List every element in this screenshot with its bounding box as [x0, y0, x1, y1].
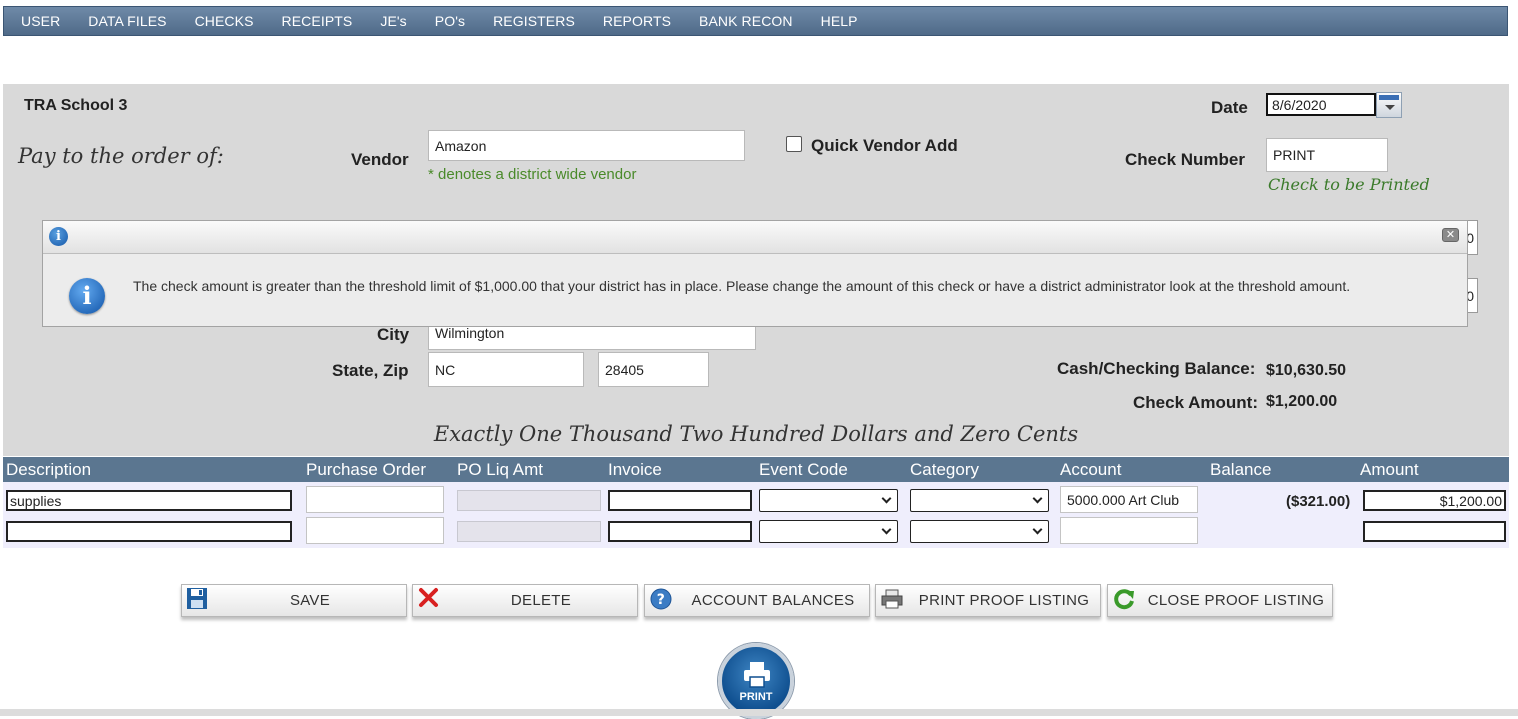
row2-amount-input[interactable] — [1363, 521, 1506, 542]
info-icon: i — [69, 278, 105, 314]
calendar-icon[interactable] — [1376, 92, 1402, 118]
nav-registers[interactable]: REGISTERS — [480, 13, 590, 29]
chevron-down-icon — [1032, 493, 1043, 504]
print-check-button[interactable]: PRINT — [718, 643, 794, 719]
school-name: TRA School 3 — [24, 97, 128, 114]
row2-event-code-select[interactable] — [759, 520, 898, 543]
printer-icon — [744, 662, 770, 688]
col-event-code: Event Code — [759, 460, 848, 479]
check-number-input[interactable]: PRINT — [1266, 138, 1388, 172]
chevron-down-icon — [1032, 524, 1043, 535]
print-proof-listing-label: PRINT PROOF LISTING — [918, 592, 1090, 609]
save-button[interactable]: SAVE — [181, 584, 407, 617]
refresh-icon — [1114, 589, 1134, 610]
quick-vendor-checkbox[interactable] — [786, 136, 802, 152]
nav-help[interactable]: HELP — [808, 13, 873, 29]
top-nav-bar: USER DATA FILES CHECKS RECEIPTS JE's PO'… — [3, 6, 1508, 36]
floppy-disk-icon — [187, 588, 207, 609]
account-balances-label: ACCOUNT BALANCES — [691, 592, 855, 609]
nav-checks[interactable]: CHECKS — [182, 13, 269, 29]
save-label: SAVE — [289, 592, 331, 609]
nav-bank-recon[interactable]: BANK RECON — [686, 13, 808, 29]
row1-amount-input[interactable]: $1,200.00 — [1363, 490, 1506, 511]
check-printed-note: Check to be Printed — [1268, 175, 1430, 194]
row2-invoice-input[interactable] — [608, 521, 752, 542]
city-label: City — [377, 325, 410, 344]
delete-button[interactable]: DELETE — [412, 584, 638, 617]
vendor-label: Vendor — [351, 150, 409, 169]
check-amount-value: $1,200.00 — [1266, 393, 1338, 410]
dialog-title-bar: i ✕ — [43, 221, 1467, 254]
row1-category-select[interactable] — [910, 489, 1049, 512]
zip-input[interactable]: 28405 — [598, 352, 709, 387]
nav-user[interactable]: USER — [8, 13, 75, 29]
pay-to-label: Pay to the order of: — [18, 144, 224, 168]
nav-reports[interactable]: REPORTS — [590, 13, 686, 29]
row1-description-input[interactable]: supplies — [6, 490, 292, 511]
row1-po-liq-amt-input — [457, 490, 601, 511]
row2-description-input[interactable] — [6, 521, 292, 542]
vendor-input[interactable]: Amazon — [428, 130, 745, 161]
col-purchase-order: Purchase Order — [306, 460, 426, 479]
col-account: Account — [1060, 460, 1122, 479]
chevron-down-icon — [881, 524, 892, 535]
line-items-header: Description Purchase Order PO Liq Amt In… — [3, 457, 1509, 482]
nav-jes[interactable]: JE's — [367, 13, 421, 29]
svg-text:?: ? — [657, 592, 665, 608]
col-po-liq-amt: PO Liq Amt — [457, 460, 543, 479]
row2-purchase-order-input[interactable] — [306, 517, 444, 544]
red-x-icon — [419, 588, 438, 607]
horizontal-scrollbar[interactable] — [0, 709, 1518, 716]
check-number-label: Check Number — [1125, 150, 1245, 169]
row2-category-select[interactable] — [910, 520, 1049, 543]
nav-receipts[interactable]: RECEIPTS — [269, 13, 368, 29]
dialog-message: The check amount is greater than the thr… — [133, 278, 1351, 294]
row2-account-input[interactable] — [1060, 517, 1198, 544]
date-label: Date — [1211, 98, 1248, 117]
close-icon[interactable]: ✕ — [1442, 228, 1459, 242]
row1-invoice-input[interactable] — [608, 490, 752, 511]
state-zip-label: State, Zip — [332, 361, 409, 380]
threshold-alert-dialog: i ✕ i The check amount is greater than t… — [42, 220, 1468, 327]
state-input[interactable]: NC — [428, 352, 584, 387]
col-description: Description — [6, 460, 92, 479]
cash-balance-label: Cash/Checking Balance: — [1057, 359, 1256, 378]
printer-icon — [881, 589, 903, 609]
col-invoice: Invoice — [608, 460, 662, 479]
col-amount: Amount — [1360, 460, 1419, 479]
col-category: Category — [910, 460, 979, 479]
close-proof-listing-button[interactable]: CLOSE PROOF LISTING — [1107, 584, 1333, 617]
amount-in-words: Exactly One Thousand Two Hundred Dollars… — [433, 422, 1079, 446]
info-icon: i — [49, 227, 68, 246]
nav-pos[interactable]: PO's — [422, 13, 480, 29]
check-amount-label: Check Amount: — [1133, 393, 1258, 412]
quick-vendor-label: Quick Vendor Add — [811, 136, 958, 155]
chevron-down-icon — [881, 493, 892, 504]
row1-event-code-select[interactable] — [759, 489, 898, 512]
cash-balance-value: $10,630.50 — [1266, 362, 1347, 379]
row1-account-input[interactable]: 5000.000 Art Club — [1060, 486, 1198, 513]
print-label: PRINT — [739, 691, 773, 703]
row1-purchase-order-input[interactable] — [306, 486, 444, 513]
row2-po-liq-amt-input — [457, 521, 601, 542]
close-proof-listing-label: CLOSE PROOF LISTING — [1147, 592, 1325, 609]
print-proof-listing-button[interactable]: PRINT PROOF LISTING — [875, 584, 1101, 617]
help-circle-icon: ? — [650, 588, 672, 610]
delete-label: DELETE — [510, 592, 572, 609]
date-input[interactable]: 8/6/2020 — [1266, 93, 1376, 116]
col-balance: Balance — [1210, 460, 1272, 479]
nav-data-files[interactable]: DATA FILES — [75, 13, 181, 29]
account-balances-button[interactable]: ? ACCOUNT BALANCES — [644, 584, 870, 617]
district-vendor-note: * denotes a district wide vendor — [428, 166, 637, 183]
row1-balance: ($321.00) — [1286, 493, 1351, 510]
